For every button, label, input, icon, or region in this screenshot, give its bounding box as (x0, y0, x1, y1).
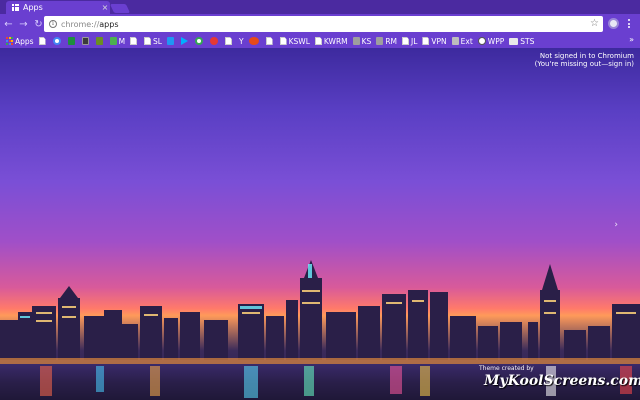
theme-credit[interactable]: Theme created by (479, 365, 534, 372)
bookmark-kswl[interactable]: KSWL (279, 35, 310, 47)
tab-title: Apps (23, 3, 43, 12)
tab-apps[interactable]: Apps × (6, 1, 110, 14)
bookmark-wpp[interactable]: WPP (477, 35, 504, 47)
info-icon[interactable]: i (49, 20, 57, 28)
folder-icon (509, 37, 519, 45)
puzzle-icon (451, 37, 459, 45)
bookmark-ext[interactable]: Ext (451, 35, 473, 47)
bookmark-vpn[interactable]: VPN (422, 35, 447, 47)
bookmark-ks[interactable]: KS (352, 35, 371, 47)
watermark-logo: MyKoolScreens.com (484, 373, 640, 389)
bookmark-blue-icon (167, 37, 174, 45)
bookmark-7[interactable] (130, 35, 139, 47)
link-icon (248, 37, 259, 45)
bookmark-15[interactable] (248, 35, 261, 47)
bookmark-apps[interactable]: Apps (6, 35, 34, 47)
puzzle-icon (376, 37, 384, 45)
bookmark-3[interactable] (67, 35, 77, 47)
page-icon (130, 37, 138, 45)
next-page-arrow-icon[interactable]: › (614, 220, 618, 230)
bookmark-2[interactable] (52, 35, 63, 47)
bookmark-green-icon (67, 37, 75, 45)
bookmark-12[interactable] (210, 35, 220, 47)
bookmark-sl[interactable]: SL (144, 35, 162, 47)
signin-status: Not signed in to Chromium (539, 52, 634, 60)
page-icon (225, 37, 232, 45)
page-icon (422, 37, 430, 45)
bookmarks-overflow-button[interactable]: » (629, 35, 634, 44)
youtube-icon (210, 37, 218, 45)
tab-close-button[interactable]: × (100, 3, 110, 12)
page-icon (402, 37, 409, 45)
address-bar[interactable]: i chrome://apps ☆ (44, 16, 603, 32)
signin-link[interactable]: (You're missing out—sign in) (535, 60, 634, 68)
apps-grid-icon (12, 4, 19, 11)
ntp-background: Not signed in to Chromium (You're missin… (0, 48, 640, 400)
bookmark-5[interactable] (95, 35, 105, 47)
bookmark-icon (109, 37, 117, 45)
bookmark-jl[interactable]: JL (402, 35, 417, 47)
google-icon (52, 37, 61, 45)
bookmark-9[interactable] (167, 35, 176, 47)
page-icon (265, 37, 273, 45)
bookmark-star-icon[interactable]: ☆ (590, 18, 599, 29)
page-icon (279, 37, 287, 45)
new-tab-button[interactable] (109, 4, 131, 13)
bookmark-rm[interactable]: RM (376, 35, 397, 47)
bookmark-m[interactable]: M (109, 35, 125, 47)
bookmark-dark-icon (81, 37, 89, 45)
bookmark-10[interactable] (181, 35, 190, 47)
minecraft-icon (95, 37, 103, 45)
play-icon (181, 37, 188, 45)
bookmark-kwrm[interactable]: KWRM (314, 35, 348, 47)
bookmark-y[interactable]: Y (239, 35, 244, 47)
bookmark-sts[interactable]: STS (509, 35, 534, 47)
bookmark-4[interactable] (81, 35, 91, 47)
apps-grid-icon (6, 37, 13, 45)
url-host: apps (99, 19, 119, 29)
wordpress-icon (477, 37, 486, 45)
tab-strip: Apps × (0, 0, 640, 14)
back-button[interactable]: ← (2, 19, 15, 30)
menu-icon[interactable] (624, 17, 634, 30)
bookmark-13[interactable] (225, 35, 234, 47)
toolbar: ← → ↻ i chrome://apps ☆ (0, 14, 640, 34)
bookmark-1[interactable] (38, 35, 48, 47)
bookmark-16[interactable] (265, 35, 275, 47)
forward-button[interactable]: → (17, 19, 30, 30)
signin-promo[interactable]: Not signed in to Chromium (You're missin… (535, 52, 634, 68)
page-icon (38, 37, 46, 45)
bookmarks-bar: Apps M SL Y KSWL KWRM KS RM JL VPN Ext W… (0, 34, 640, 48)
google-icon (195, 37, 203, 45)
page-icon (144, 37, 152, 45)
bookmark-11[interactable] (195, 35, 205, 47)
puzzle-icon (352, 37, 360, 45)
page-icon (314, 37, 322, 45)
extension-icon[interactable] (608, 18, 619, 29)
url-scheme: chrome:// (61, 19, 100, 29)
